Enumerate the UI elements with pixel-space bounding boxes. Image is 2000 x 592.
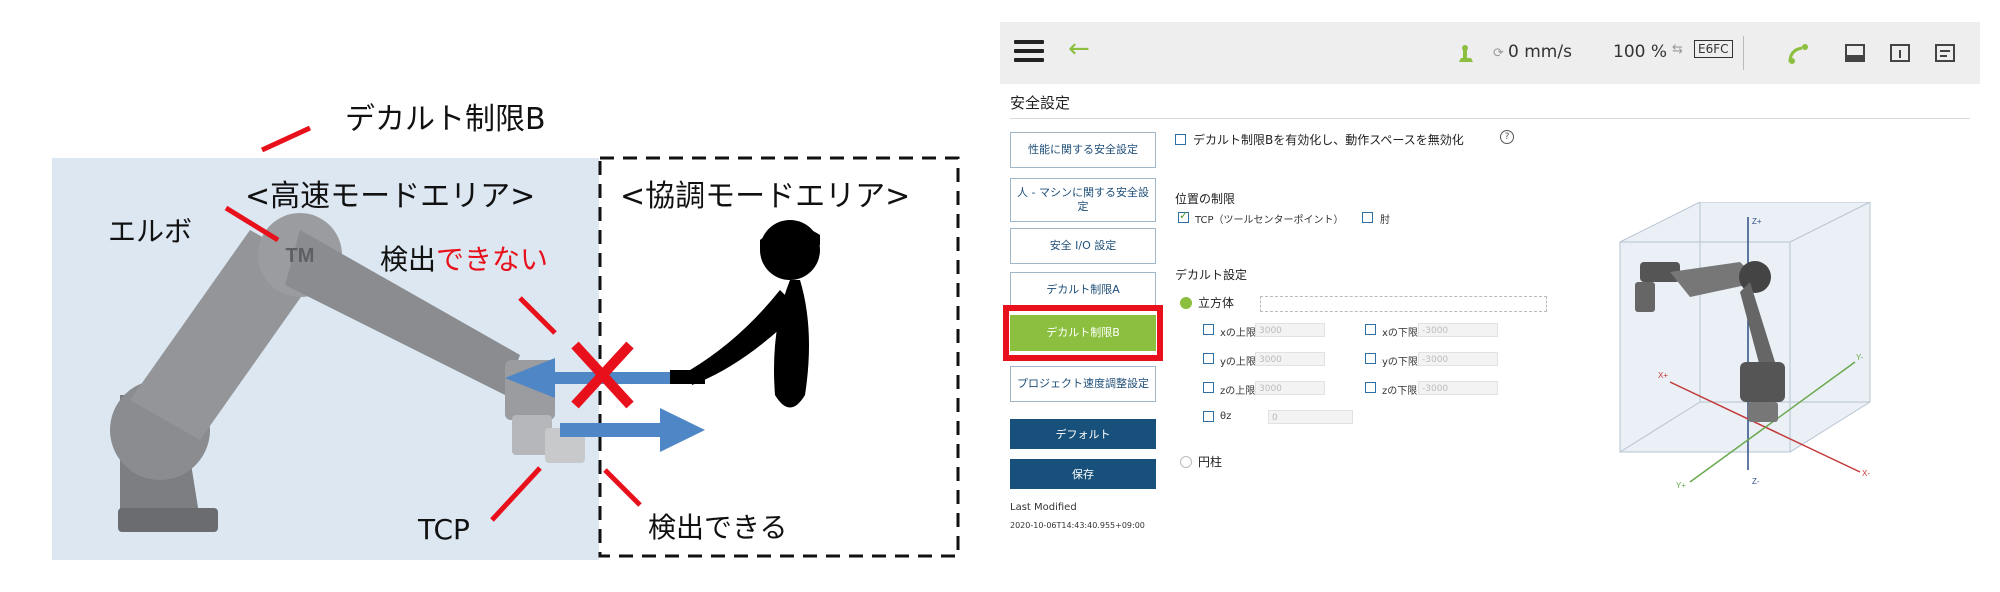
nav-performance-safety[interactable]: 性能に関する安全設定 — [1010, 132, 1156, 168]
x-lower-input[interactable]: -3000 — [1418, 323, 1498, 337]
z-lower-checkbox[interactable] — [1365, 382, 1376, 393]
label-high-speed-area: <高速モードエリア> — [245, 179, 536, 214]
x-lower-checkbox[interactable] — [1365, 324, 1376, 335]
display-icon[interactable] — [1845, 44, 1865, 62]
nav-project-speed[interactable]: プロジェクト速度調整設定 — [1010, 366, 1156, 402]
last-modified-value: 2020-10-06T14:43:40.955+09:00 — [1010, 521, 1145, 530]
theta-label: θz — [1220, 411, 1232, 422]
highlight-frame — [1003, 305, 1163, 361]
tcp-label: TCP（ツールセンターポイント） — [1195, 215, 1344, 226]
help-circle-icon[interactable]: ? — [1500, 130, 1514, 144]
nav-human-machine-safety[interactable]: 人 - マシンに関する安全設定 — [1010, 178, 1156, 222]
label-not-detected: 検出できない — [380, 246, 548, 274]
axis-x-minus: X- — [1862, 469, 1870, 478]
cube-selection-frame — [1260, 296, 1547, 312]
position-limit-title: 位置の制限 — [1175, 192, 1236, 206]
z-upper-checkbox[interactable] — [1203, 382, 1214, 393]
y-lower-label: yの下限 — [1382, 357, 1418, 368]
illustration-canvas: TM — [52, 125, 960, 560]
robot-logo: TM — [286, 245, 315, 267]
axis-z-plus: Z+ — [1752, 217, 1762, 226]
z-lower-input[interactable]: -3000 — [1418, 381, 1498, 395]
cylinder-radio[interactable] — [1180, 456, 1192, 468]
toolbar-divider — [1743, 36, 1744, 70]
elbow-checkbox[interactable] — [1362, 212, 1373, 223]
theta-input[interactable]: 0 — [1268, 410, 1353, 424]
safety-settings-window: ← ⟳ 0 mm/s 100 % ⇆ E6FC 安全設定 性能に関する安全設定 … — [1000, 22, 1980, 566]
y-lower-input[interactable]: -3000 — [1418, 352, 1498, 366]
z-upper-label: zの上限 — [1220, 386, 1256, 397]
theta-checkbox[interactable] — [1203, 411, 1214, 422]
x-lower-label: xの下限 — [1382, 328, 1418, 339]
cylinder-label: 円柱 — [1198, 455, 1223, 469]
label-tcp: TCP — [418, 513, 470, 546]
log-icon[interactable] — [1935, 44, 1955, 62]
hamburger-icon[interactable] — [1014, 35, 1044, 67]
x-upper-label: xの上限 — [1220, 328, 1256, 339]
axis-x-plus: X+ — [1658, 371, 1668, 380]
back-arrow-icon[interactable]: ← — [1068, 36, 1090, 62]
y-upper-checkbox[interactable] — [1203, 353, 1214, 364]
label-detected: 検出できる — [648, 511, 788, 544]
label-not-detected-prefix: 検出 — [380, 243, 437, 276]
nav-cartesian-limit-a[interactable]: デカルト制限A — [1010, 272, 1156, 308]
title-divider — [1010, 118, 1970, 119]
z-upper-input[interactable]: 3000 — [1255, 381, 1325, 395]
label-elbow: エルボ — [108, 215, 193, 248]
speed-ratio-readout: 100 % — [1613, 42, 1668, 62]
enable-limit-b-label: デカルト制限Bを有効化し、動作スペースを無効化 — [1193, 133, 1464, 147]
cube-3d-preview: Z+ Z- X+ X- Y+ Y- — [1619, 202, 1871, 490]
default-button[interactable]: デフォルト — [1010, 419, 1156, 449]
cube-label: 立方体 — [1198, 296, 1235, 310]
axis-z-minus: Z- — [1752, 477, 1760, 486]
tcp-checkbox[interactable] — [1178, 209, 1189, 223]
robot-status-icon[interactable] — [1455, 44, 1477, 64]
y-upper-input[interactable]: 3000 — [1255, 352, 1325, 366]
speed-icon: ⟳ — [1493, 46, 1504, 61]
z-lower-label: zの下限 — [1382, 386, 1418, 397]
enable-limit-b-checkbox[interactable] — [1175, 134, 1186, 145]
y-lower-checkbox[interactable] — [1365, 353, 1376, 364]
axis-y-plus: Y+ — [1676, 481, 1686, 490]
label-limit-b: デカルト制限B — [345, 102, 546, 137]
top-toolbar: ← ⟳ 0 mm/s 100 % ⇆ E6FC — [1000, 22, 1980, 84]
speed-ratio-icon: ⇆ — [1672, 42, 1683, 57]
label-collab-area: <協調モードエリア> — [620, 179, 911, 214]
x-upper-checkbox[interactable] — [1203, 324, 1214, 335]
cartesian-title: デカルト設定 — [1175, 268, 1248, 282]
axis-y-minus: Y- — [1856, 353, 1864, 362]
mode-badge[interactable]: E6FC — [1694, 40, 1733, 58]
info-icon[interactable] — [1890, 44, 1910, 62]
page-title: 安全設定 — [1010, 94, 1071, 112]
y-upper-label: yの上限 — [1220, 357, 1256, 368]
elbow-label: 肘 — [1380, 215, 1390, 226]
label-not-detected-suffix: できない — [436, 243, 549, 276]
save-button[interactable]: 保存 — [1010, 459, 1156, 489]
person-silhouette — [670, 220, 820, 408]
connection-icon[interactable] — [1787, 42, 1811, 64]
x-upper-input[interactable]: 3000 — [1255, 323, 1325, 337]
cube-radio[interactable] — [1180, 297, 1192, 309]
speed-readout: 0 mm/s — [1508, 42, 1572, 62]
last-modified-label: Last Modified — [1010, 502, 1077, 513]
nav-safety-io[interactable]: 安全 I/O 設定 — [1010, 228, 1156, 264]
